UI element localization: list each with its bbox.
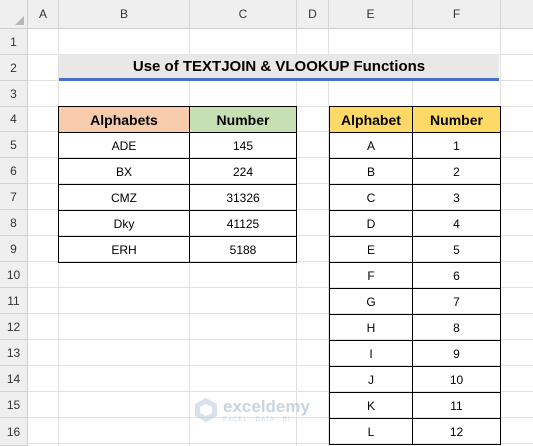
cell-number[interactable]: 3	[412, 184, 501, 211]
column-header-g[interactable]	[501, 0, 533, 29]
cell-number[interactable]: 5188	[189, 236, 297, 263]
table-row: G7	[329, 288, 501, 315]
cell-number[interactable]: 11	[412, 392, 501, 419]
row-header-10[interactable]: 10	[0, 262, 28, 288]
row-header-7[interactable]: 7	[0, 184, 28, 210]
header-alphabet[interactable]: Alphabet	[329, 106, 413, 133]
table-row: B2	[329, 158, 501, 185]
cell-alphabet[interactable]: F	[329, 262, 413, 289]
row-header-5[interactable]: 5	[0, 132, 28, 158]
watermark-name: exceldemy	[223, 396, 310, 416]
cell-alphabets[interactable]: CMZ	[58, 184, 190, 211]
table-row: K 11	[329, 392, 501, 419]
cell-number[interactable]: 6	[412, 262, 501, 289]
alphabet-lookup-table: Alphabet Number A1 B2 C3 D4 E5 F6 G7 H8 …	[329, 106, 501, 445]
table-row: C3	[329, 184, 501, 211]
cell-alphabet[interactable]: D	[329, 210, 413, 237]
exceldemy-logo-icon	[195, 398, 217, 422]
cell-alphabet[interactable]: E	[329, 236, 413, 263]
cell-number[interactable]: 224	[189, 158, 297, 185]
cell-alphabet[interactable]: A	[329, 132, 413, 159]
cell-number[interactable]: 41125	[189, 210, 297, 237]
cell-alphabets[interactable]: Dky	[58, 210, 190, 237]
exceldemy-watermark: exceldemy EXCEL · DATA · BI	[193, 396, 310, 424]
alphabets-number-table: Alphabets Number ADE 145 BX 224 CMZ 3132…	[58, 106, 297, 263]
select-all-corner[interactable]	[0, 0, 28, 29]
column-header-c[interactable]: C	[190, 0, 297, 29]
table-header-row: Alphabets Number	[58, 106, 297, 133]
cell-number[interactable]: 7	[412, 288, 501, 315]
header-number[interactable]: Number	[412, 106, 501, 133]
cell-number[interactable]: 8	[412, 314, 501, 341]
cell-number[interactable]: 145	[189, 132, 297, 159]
cell-alphabets[interactable]: ADE	[58, 132, 190, 159]
row-header-14[interactable]: 14	[0, 366, 28, 392]
table-row: J 10	[329, 366, 501, 393]
cell-alphabet[interactable]: B	[329, 158, 413, 185]
column-header-f[interactable]: F	[413, 0, 501, 29]
watermark-text: exceldemy EXCEL · DATA · BI	[223, 398, 310, 423]
row-header-1[interactable]: 1	[0, 29, 28, 55]
column-header-a[interactable]: A	[28, 0, 59, 29]
watermark-tagline: EXCEL · DATA · BI	[223, 416, 291, 423]
column-header-b[interactable]: B	[59, 0, 190, 29]
table-header-row: Alphabet Number	[329, 106, 501, 133]
cell-number[interactable]: 2	[412, 158, 501, 185]
table-row: I9	[329, 340, 501, 367]
table-row: CMZ 31326	[58, 184, 297, 211]
row-header-11[interactable]: 11	[0, 288, 28, 314]
cell-alphabets[interactable]: ERH	[58, 236, 190, 263]
table-row: E5	[329, 236, 501, 263]
cell-number[interactable]: 5	[412, 236, 501, 263]
row-header-4[interactable]: 4	[0, 107, 28, 132]
row-header-9[interactable]: 9	[0, 236, 28, 262]
header-number[interactable]: Number	[189, 106, 297, 133]
cell-alphabet[interactable]: G	[329, 288, 413, 315]
table-row: ADE 145	[58, 132, 297, 159]
table-row: L 12	[329, 418, 501, 445]
cell-alphabet[interactable]: K	[329, 392, 413, 419]
sheet-title[interactable]: Use of TEXTJOIN & VLOOKUP Functions	[59, 54, 499, 81]
column-header-d[interactable]: D	[297, 0, 329, 29]
column-header-e[interactable]: E	[329, 0, 413, 29]
cell-number[interactable]: 4	[412, 210, 501, 237]
table-row: F6	[329, 262, 501, 289]
cell-number[interactable]: 1	[412, 132, 501, 159]
cell-alphabets[interactable]: BX	[58, 158, 190, 185]
spreadsheet: A B C D E F 1 2 3 4 5 6 7 8 9 10 11 12 1…	[0, 0, 533, 446]
row-header-6[interactable]: 6	[0, 158, 28, 184]
table-row: Dky 41125	[58, 210, 297, 237]
table-row: H8	[329, 314, 501, 341]
table-row: A1	[329, 132, 501, 159]
row-header-3[interactable]: 3	[0, 81, 28, 107]
row-header-12[interactable]: 12	[0, 314, 28, 340]
table-row: BX 224	[58, 158, 297, 185]
row-header-15[interactable]: 15	[0, 392, 28, 418]
cell-number[interactable]: 12	[412, 418, 501, 445]
row-header-2[interactable]: 2	[0, 55, 28, 81]
row-header-13[interactable]: 13	[0, 340, 28, 366]
cell-number[interactable]: 31326	[189, 184, 297, 211]
header-alphabets[interactable]: Alphabets	[58, 106, 190, 133]
cell-alphabet[interactable]: L	[329, 418, 413, 445]
table-row: ERH 5188	[58, 236, 297, 263]
row-header-8[interactable]: 8	[0, 210, 28, 236]
table-row: D4	[329, 210, 501, 237]
cell-alphabet[interactable]: C	[329, 184, 413, 211]
cell-alphabet[interactable]: H	[329, 314, 413, 341]
cell-alphabet[interactable]: I	[329, 340, 413, 367]
cell-alphabet[interactable]: J	[329, 366, 413, 393]
cell-number[interactable]: 9	[412, 340, 501, 367]
row-header-16[interactable]: 16	[0, 418, 28, 446]
cell-number[interactable]: 10	[412, 366, 501, 393]
